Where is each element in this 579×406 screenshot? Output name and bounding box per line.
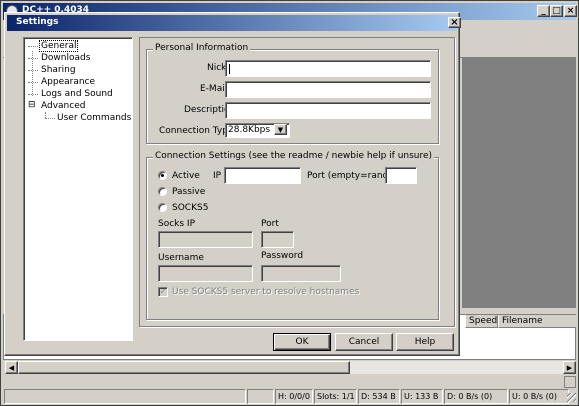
tree-item-logs-and-sound[interactable]: Logs and Sound	[28, 89, 128, 100]
text-cursor	[229, 64, 230, 74]
nick-field[interactable]	[225, 60, 431, 77]
socks5-label[interactable]: SOCKS5	[172, 203, 208, 213]
maximize-button[interactable]: □	[550, 5, 563, 17]
main-close-button[interactable]: ×	[564, 5, 577, 17]
connection-type-value: 28.8Kbps	[228, 125, 271, 135]
collapse-icon[interactable]: ⊟	[28, 100, 36, 110]
ip-field[interactable]	[224, 167, 301, 184]
help-button[interactable]: Help	[396, 333, 454, 351]
tree-item-label: Appearance	[41, 77, 96, 87]
minimize-button[interactable]: _	[537, 5, 550, 17]
status-hubs: H: 0/0/0	[275, 389, 313, 404]
status-downloaded: D: 534 B	[358, 389, 400, 404]
nick-label: Nick	[207, 63, 227, 73]
help-label: Help	[414, 337, 436, 347]
tree-item-label: User Commands	[57, 113, 132, 123]
horizontal-scrollbar[interactable]: ◀ ▶	[5, 361, 576, 374]
tree-line	[28, 58, 38, 59]
tree-line	[28, 94, 38, 95]
settings-dialog: Settings × General Downloads Sharing App…	[4, 12, 461, 356]
tree-item-sharing[interactable]: Sharing	[28, 65, 128, 76]
maximize-icon: □	[552, 6, 561, 16]
tree-item-label: Logs and Sound	[41, 89, 113, 99]
socks-ip-label: Socks IP	[158, 219, 196, 229]
close-icon: ×	[566, 6, 575, 16]
password-label: Password	[261, 251, 304, 261]
tree-line	[45, 118, 55, 119]
status-empty-2	[247, 389, 274, 404]
chevron-down-icon: ▼	[277, 125, 284, 134]
username-label: Username	[158, 253, 204, 263]
tree-item-appearance[interactable]: Appearance	[28, 77, 128, 88]
filename-header-label: Filename	[502, 316, 543, 326]
tree-item-user-commands[interactable]: User Commands	[45, 113, 132, 124]
column-header-filename[interactable]: Filename	[498, 315, 576, 328]
scroll-right-button[interactable]: ▶	[563, 361, 576, 374]
passive-radio[interactable]	[158, 187, 167, 196]
port-field[interactable]	[385, 167, 417, 184]
socks-port-label: Port	[261, 219, 279, 229]
ok-label: OK	[295, 337, 309, 347]
socks5-radio[interactable]	[158, 203, 167, 212]
email-field[interactable]	[225, 81, 431, 98]
speed-header-label: Speed	[469, 316, 498, 326]
tree-item-downloads[interactable]: Downloads	[28, 53, 128, 64]
connection-settings-group: Connection Settings (see the readme / ne…	[146, 151, 439, 320]
tree-line	[28, 82, 38, 83]
scroll-corner	[564, 376, 576, 388]
resolve-hostnames-label[interactable]: Use SOCKS5 server to resolve hostnames	[172, 287, 359, 297]
close-icon: ×	[450, 17, 459, 28]
resize-grip[interactable]	[567, 393, 576, 402]
arrow-left-icon: ◀	[8, 363, 15, 372]
connection-settings-title: Connection Settings (see the readme / ne…	[153, 151, 435, 161]
resolve-hostnames-checkbox[interactable]: ✓	[158, 287, 168, 297]
personal-info-title: Personal Information	[153, 43, 251, 53]
username-field[interactable]	[158, 265, 253, 282]
tree-item-label: Downloads	[41, 53, 91, 63]
connection-type-label: Connection Type	[159, 126, 234, 136]
tree-item-advanced[interactable]: ⊟ Advanced	[28, 100, 128, 112]
tree-item-label: General	[38, 40, 79, 52]
settings-tree[interactable]: General Downloads Sharing Appearance Log…	[23, 37, 133, 341]
ok-button[interactable]: OK	[273, 333, 331, 351]
ip-label: IP	[213, 171, 222, 181]
active-radio[interactable]	[158, 171, 167, 180]
status-slots: Slots: 1/1	[314, 389, 357, 404]
status-empty-1	[4, 389, 246, 404]
dropdown-button[interactable]: ▼	[274, 124, 287, 135]
socks-ip-field[interactable]	[158, 231, 253, 248]
scroll-thumb[interactable]	[18, 361, 350, 374]
password-field[interactable]	[261, 265, 341, 282]
description-field[interactable]	[225, 102, 431, 119]
dialog-close-button[interactable]: ×	[448, 17, 461, 28]
status-uploaded: U: 133 B	[401, 389, 443, 404]
cancel-label: Cancel	[348, 337, 380, 347]
mdi-background	[462, 58, 576, 308]
personal-info-group: Personal Information Nick E-Mail Descrip…	[146, 43, 439, 144]
tree-item-label: Sharing	[41, 65, 76, 75]
status-up-speed: U: 0 B/s (0)	[509, 389, 569, 404]
checkmark-icon: ✓	[159, 287, 167, 296]
status-down-speed: D: 0 B/s (0)	[444, 389, 508, 404]
connection-type-select[interactable]: 28.8Kbps ▼	[225, 123, 290, 138]
dialog-title: Settings	[16, 17, 59, 27]
passive-label[interactable]: Passive	[172, 187, 205, 197]
dialog-titlebar[interactable]: Settings ×	[7, 15, 461, 31]
email-label: E-Mail	[200, 84, 228, 94]
tree-item-label: Advanced	[41, 101, 86, 111]
minimize-icon: _	[541, 6, 546, 16]
scroll-left-button[interactable]: ◀	[5, 361, 18, 374]
tree-line	[28, 46, 38, 47]
cancel-button[interactable]: Cancel	[335, 333, 393, 351]
tree-vline	[32, 51, 33, 96]
socks-port-field[interactable]	[261, 231, 294, 248]
active-label[interactable]: Active	[172, 171, 200, 181]
tree-item-general[interactable]: General	[28, 40, 128, 52]
arrow-right-icon: ▶	[566, 363, 573, 372]
tree-line	[28, 70, 38, 71]
column-header-speed[interactable]: Speed	[465, 315, 498, 328]
